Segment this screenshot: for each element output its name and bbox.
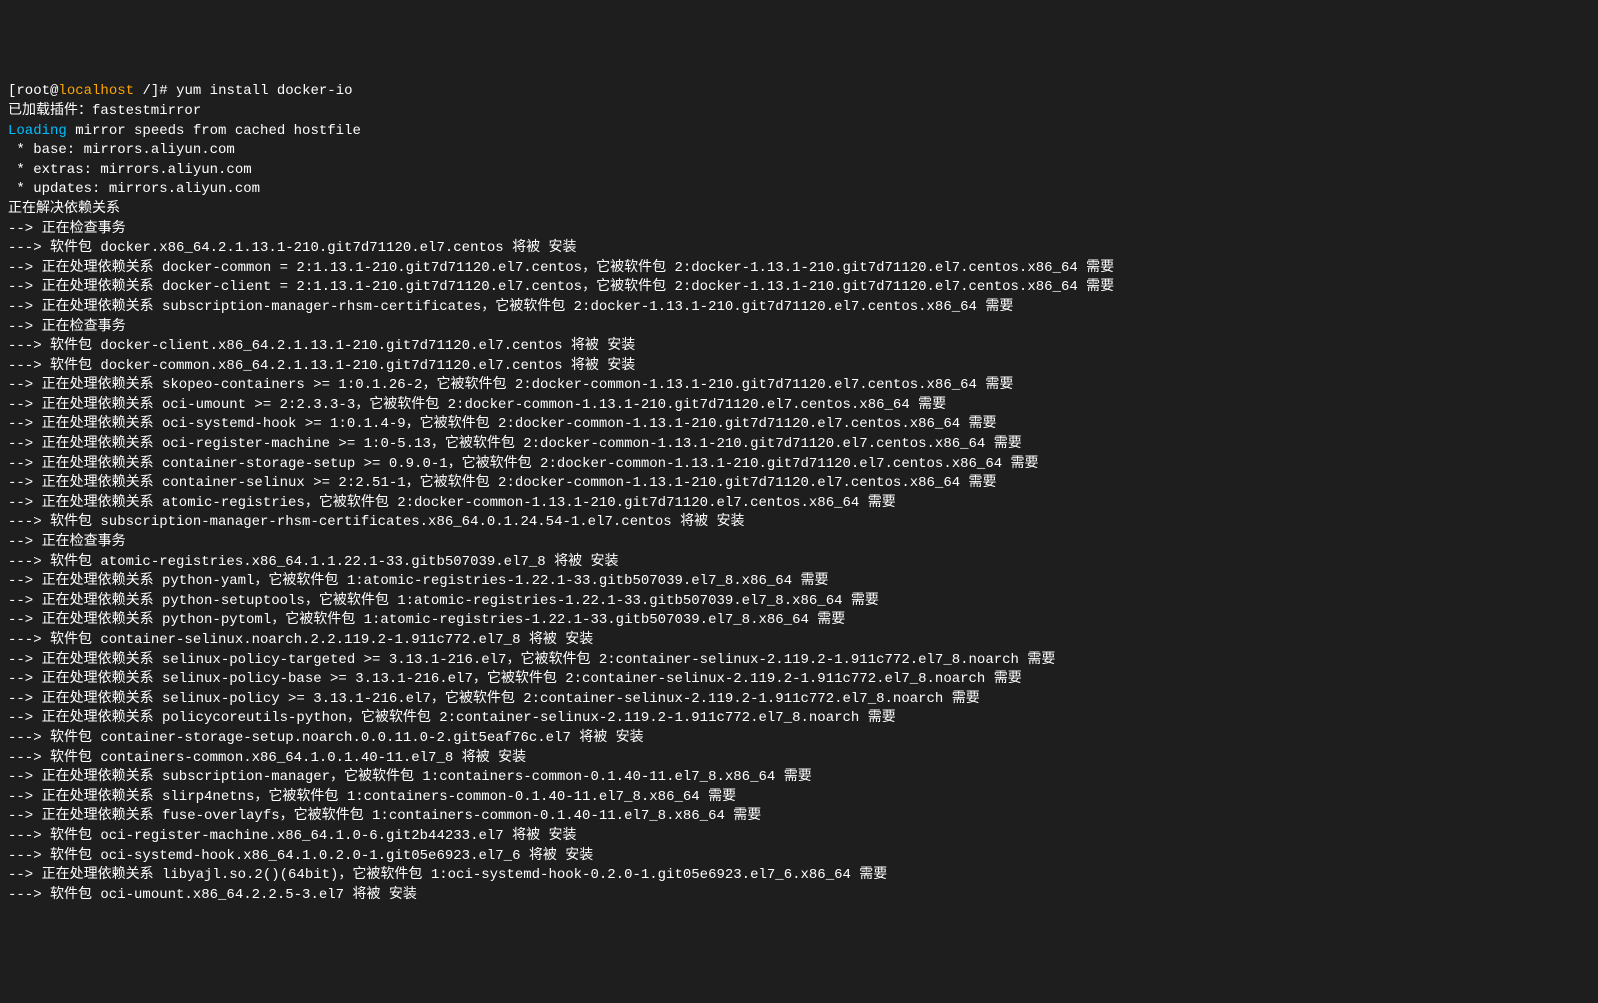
output-text: --> 正在处理依赖关系 oci-umount >= 2:2.3.3-3，它被软… [8,397,946,413]
output-text: --> 正在处理依赖关系 fuse-overlayfs，它被软件包 1:cont… [8,808,761,824]
output-line: * base: mirrors.aliyun.com [8,141,1590,161]
output-text: ---> 软件包 docker-client.x86_64.2.1.13.1-2… [8,338,635,354]
output-text: ---> 软件包 atomic-registries.x86_64.1.1.22… [8,554,618,570]
output-text: --> 正在处理依赖关系 subscription-manager，它被软件包 … [8,769,812,785]
output-line: --> 正在处理依赖关系 docker-client = 2:1.13.1-21… [8,278,1590,298]
output-lines: 已加载插件：fastestmirror Loading mirror speeds… [8,102,1590,905]
output-text: --> 正在检查事务 [8,534,126,550]
output-line: * extras: mirrors.aliyun.com [8,161,1590,181]
output-line: * updates: mirrors.aliyun.com [8,180,1590,200]
output-line: --> 正在处理依赖关系 subscription-manager-rhsm-c… [8,298,1590,318]
output-line: --> 正在处理依赖关系 python-yaml，它被软件包 1:atomic-… [8,572,1590,592]
output-line: --> 正在处理依赖关系 oci-systemd-hook >= 1:0.1.4… [8,415,1590,435]
prompt-suffix: /]# [134,83,176,99]
output-text: --> 正在处理依赖关系 oci-systemd-hook >= 1:0.1.4… [8,416,997,432]
output-text: --> 正在处理依赖关系 python-yaml，它被软件包 1:atomic-… [8,573,829,589]
output-line: --> 正在处理依赖关系 subscription-manager，它被软件包 … [8,768,1590,788]
output-text: ---> 软件包 oci-umount.x86_64.2.2.5-3.el7 将… [8,887,417,903]
output-line: Loading mirror speeds from cached hostfi… [8,122,1590,142]
output-text: --> 正在检查事务 [8,221,126,237]
output-line: --> 正在检查事务 [8,318,1590,338]
output-line: --> 正在处理依赖关系 fuse-overlayfs，它被软件包 1:cont… [8,807,1590,827]
output-line: ---> 软件包 containers-common.x86_64.1.0.1.… [8,749,1590,769]
output-text: ---> 软件包 docker.x86_64.2.1.13.1-210.git7… [8,240,576,256]
output-text: --> 正在处理依赖关系 policycoreutils-python，它被软件… [8,710,896,726]
output-line: --> 正在处理依赖关系 selinux-policy >= 3.13.1-21… [8,690,1590,710]
output-line: ---> 软件包 container-selinux.noarch.2.2.11… [8,631,1590,651]
output-text: --> 正在处理依赖关系 python-pytoml，它被软件包 1:atomi… [8,612,845,628]
output-text: --> 正在处理依赖关系 slirp4netns，它被软件包 1:contain… [8,789,736,805]
output-line: --> 正在处理依赖关系 skopeo-containers >= 1:0.1.… [8,376,1590,396]
output-line: --> 正在处理依赖关系 selinux-policy-base >= 3.13… [8,670,1590,690]
output-line: --> 正在检查事务 [8,533,1590,553]
output-segment: Loading [8,123,67,139]
output-line: --> 正在处理依赖关系 container-selinux >= 2:2.51… [8,474,1590,494]
output-line: ---> 软件包 subscription-manager-rhsm-certi… [8,513,1590,533]
output-text: --> 正在处理依赖关系 docker-client = 2:1.13.1-21… [8,279,1114,295]
output-text: * extras: mirrors.aliyun.com [8,162,252,178]
output-text: --> 正在处理依赖关系 subscription-manager-rhsm-c… [8,299,1013,315]
output-line: --> 正在处理依赖关系 libyajl.so.2()(64bit)，它被软件包… [8,866,1590,886]
prompt-host: localhost [58,83,134,99]
output-text: 已加载插件：fastestmirror [8,103,201,119]
output-text: --> 正在检查事务 [8,319,126,335]
output-line: ---> 软件包 docker-client.x86_64.2.1.13.1-2… [8,337,1590,357]
output-line: ---> 软件包 atomic-registries.x86_64.1.1.22… [8,553,1590,573]
output-text: ---> 软件包 containers-common.x86_64.1.0.1.… [8,750,526,766]
command-text: yum install docker-io [176,83,352,99]
output-text: ---> 软件包 subscription-manager-rhsm-certi… [8,514,745,530]
output-line: ---> 软件包 container-storage-setup.noarch.… [8,729,1590,749]
output-line: ---> 软件包 docker-common.x86_64.2.1.13.1-2… [8,357,1590,377]
output-text: --> 正在处理依赖关系 docker-common = 2:1.13.1-21… [8,260,1114,276]
output-line: --> 正在处理依赖关系 slirp4netns，它被软件包 1:contain… [8,788,1590,808]
output-line: --> 正在处理依赖关系 selinux-policy-targeted >= … [8,651,1590,671]
output-text: --> 正在处理依赖关系 python-setuptools，它被软件包 1:a… [8,593,879,609]
output-line: --> 正在处理依赖关系 atomic-registries，它被软件包 2:d… [8,494,1590,514]
output-text: ---> 软件包 docker-common.x86_64.2.1.13.1-2… [8,358,635,374]
output-line: --> 正在处理依赖关系 policycoreutils-python，它被软件… [8,709,1590,729]
output-segment: mirror speeds from cached hostfile [67,123,361,139]
prompt-line: [root@localhost /]# yum install docker-i… [8,82,1590,102]
output-line: ---> 软件包 oci-umount.x86_64.2.2.5-3.el7 将… [8,886,1590,906]
output-line: --> 正在处理依赖关系 python-pytoml，它被软件包 1:atomi… [8,611,1590,631]
output-text: --> 正在处理依赖关系 oci-register-machine >= 1:0… [8,436,1022,452]
output-text: 正在解决依赖关系 [8,201,120,217]
output-line: ---> 软件包 oci-register-machine.x86_64.1.0… [8,827,1590,847]
output-text: --> 正在处理依赖关系 container-selinux >= 2:2.51… [8,475,997,491]
output-line: --> 正在处理依赖关系 docker-common = 2:1.13.1-21… [8,259,1590,279]
output-line: ---> 软件包 oci-systemd-hook.x86_64.1.0.2.0… [8,847,1590,867]
output-text: ---> 软件包 oci-systemd-hook.x86_64.1.0.2.0… [8,848,593,864]
output-line: --> 正在处理依赖关系 oci-umount >= 2:2.3.3-3，它被软… [8,396,1590,416]
output-line: 已加载插件：fastestmirror [8,102,1590,122]
output-text: --> 正在处理依赖关系 libyajl.so.2()(64bit)，它被软件包… [8,867,887,883]
output-text: ---> 软件包 oci-register-machine.x86_64.1.0… [8,828,576,844]
prompt-prefix: [root@ [8,83,58,99]
output-text: --> 正在处理依赖关系 atomic-registries，它被软件包 2:d… [8,495,896,511]
output-text: --> 正在处理依赖关系 container-storage-setup >= … [8,456,1039,472]
terminal-output[interactable]: [root@localhost /]# yum install docker-i… [8,82,1590,905]
output-text: --> 正在处理依赖关系 selinux-policy-base >= 3.13… [8,671,1022,687]
output-text: --> 正在处理依赖关系 skopeo-containers >= 1:0.1.… [8,377,1013,393]
output-line: 正在解决依赖关系 [8,200,1590,220]
output-line: --> 正在检查事务 [8,220,1590,240]
output-text: ---> 软件包 container-selinux.noarch.2.2.11… [8,632,593,648]
output-text: * updates: mirrors.aliyun.com [8,181,260,197]
output-line: --> 正在处理依赖关系 python-setuptools，它被软件包 1:a… [8,592,1590,612]
output-text: --> 正在处理依赖关系 selinux-policy-targeted >= … [8,652,1055,668]
output-text: * base: mirrors.aliyun.com [8,142,235,158]
output-line: ---> 软件包 docker.x86_64.2.1.13.1-210.git7… [8,239,1590,259]
output-line: --> 正在处理依赖关系 oci-register-machine >= 1:0… [8,435,1590,455]
output-text: ---> 软件包 container-storage-setup.noarch.… [8,730,644,746]
output-text: --> 正在处理依赖关系 selinux-policy >= 3.13.1-21… [8,691,980,707]
output-line: --> 正在处理依赖关系 container-storage-setup >= … [8,455,1590,475]
